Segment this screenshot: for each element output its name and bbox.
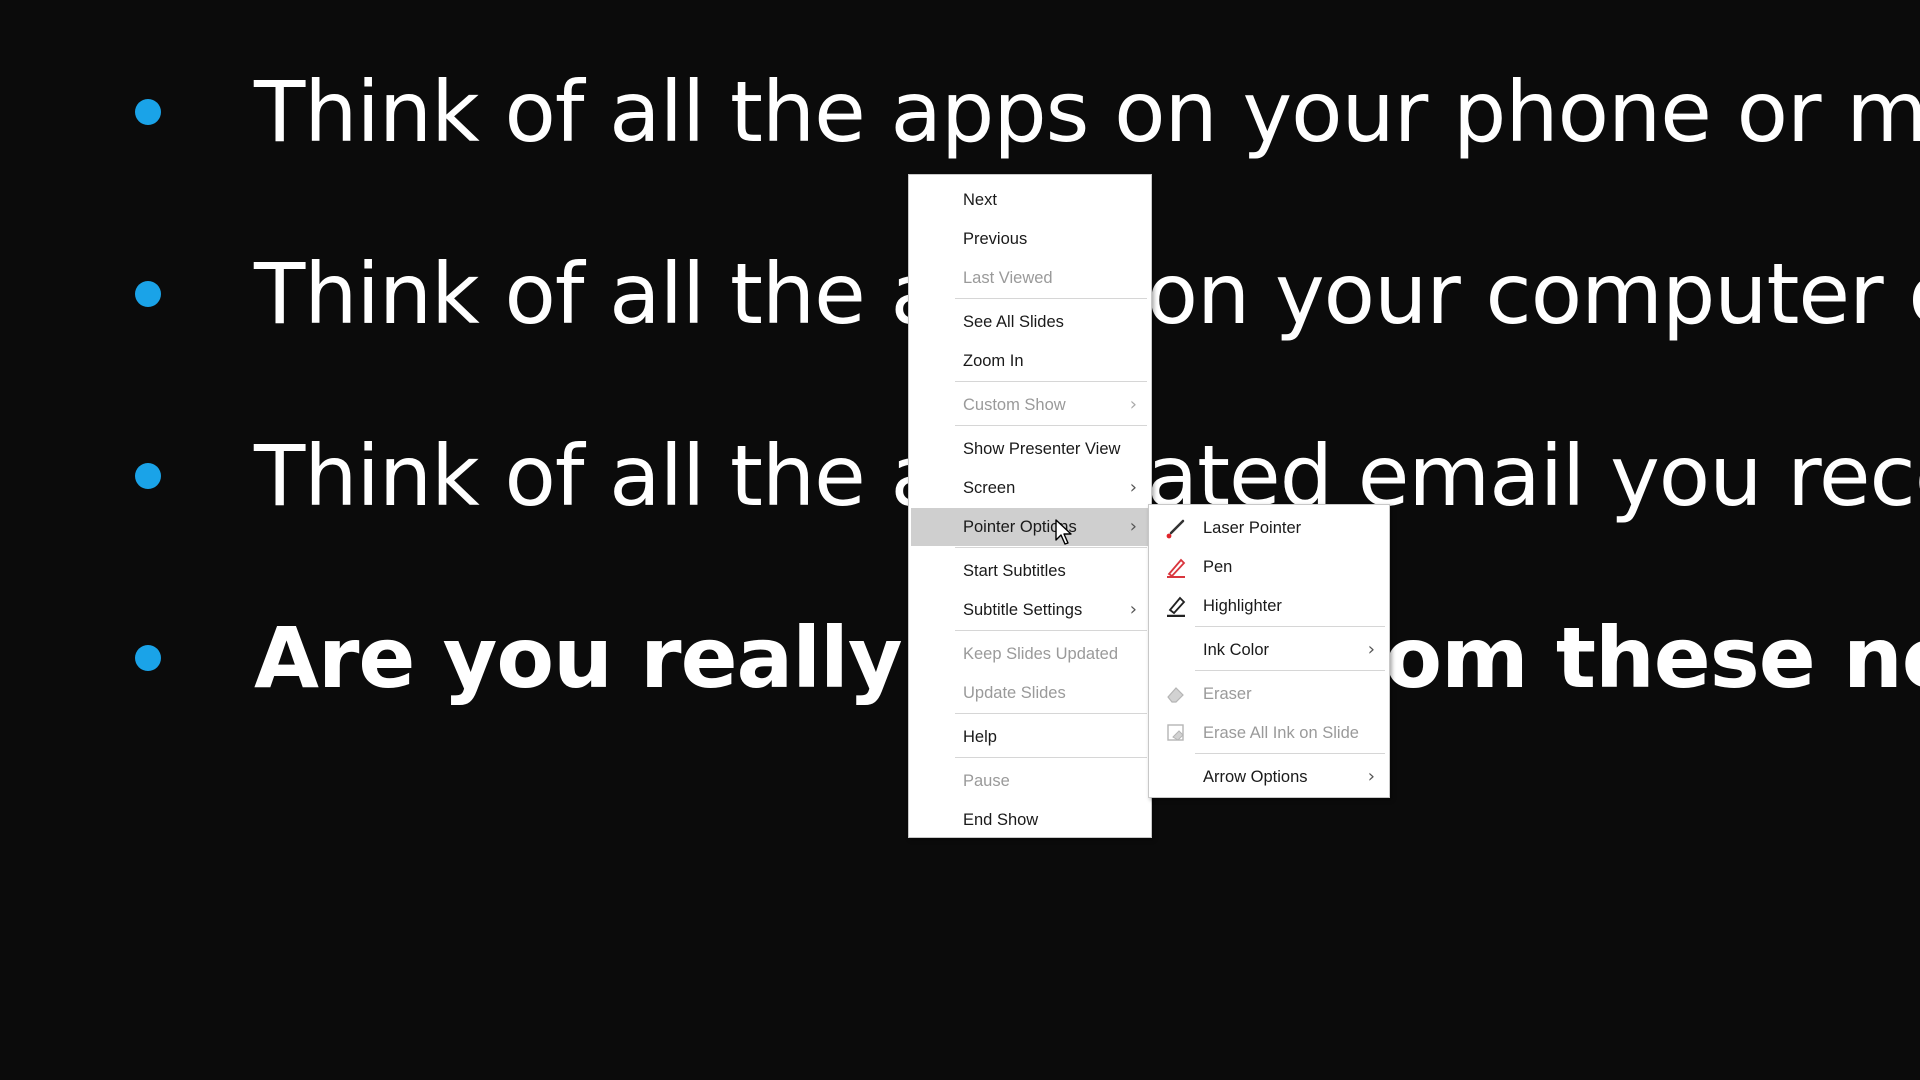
menu-item-last-viewed[interactable]: Last Viewed (911, 259, 1149, 297)
menu-item-highlighter[interactable]: Highlighter (1151, 587, 1387, 625)
menu-item-custom-show[interactable]: Custom Show › (911, 386, 1149, 424)
menu-item-erase-all-ink[interactable]: Erase All Ink on Slide (1151, 714, 1387, 752)
highlighter-icon (1167, 596, 1186, 617)
menu-separator (955, 381, 1147, 382)
menu-item-label: Show Presenter View (963, 440, 1121, 458)
menu-item-label: End Show (963, 811, 1039, 829)
mouse-cursor-icon (1055, 519, 1072, 545)
menu-item-label: Arrow Options (1203, 768, 1308, 786)
menu-item-see-all-slides[interactable]: See All Slides (911, 303, 1149, 341)
bullet-dot (135, 463, 161, 489)
menu-item-show-presenter-view[interactable]: Show Presenter View (911, 430, 1149, 468)
menu-separator (955, 630, 1147, 631)
pen-icon (1167, 558, 1186, 578)
menu-item-label: Laser Pointer (1203, 519, 1302, 537)
menu-item-label: Ink Color (1203, 641, 1270, 659)
menu-separator (955, 757, 1147, 758)
chevron-right-icon: › (1367, 639, 1375, 660)
menu-item-screen[interactable]: Screen › (911, 469, 1149, 507)
menu-item-label: Eraser (1203, 685, 1252, 703)
menu-item-pen[interactable]: Pen (1151, 548, 1387, 586)
chevron-right-icon: › (1129, 394, 1137, 415)
menu-item-arrow-options[interactable]: Arrow Options › (1151, 758, 1387, 796)
menu-item-end-show[interactable]: End Show (911, 801, 1149, 839)
menu-item-label: Subtitle Settings (963, 601, 1083, 619)
menu-item-label: Help (963, 728, 997, 746)
menu-item-label: Update Slides (963, 684, 1066, 702)
menu-item-label: Last Viewed (963, 269, 1053, 287)
menu-item-ink-color[interactable]: Ink Color › (1151, 631, 1387, 669)
bullet-dot (135, 645, 161, 671)
menu-separator (955, 425, 1147, 426)
bullet-row-1: Think of all the apps on your phone or m… (0, 62, 1920, 162)
menu-item-label: Keep Slides Updated (963, 645, 1119, 663)
menu-item-pause[interactable]: Pause (911, 762, 1149, 800)
menu-separator (1195, 670, 1385, 671)
menu-item-label: Highlighter (1203, 597, 1282, 615)
menu-item-eraser[interactable]: Eraser (1151, 675, 1387, 713)
menu-separator (955, 713, 1147, 714)
slideshow-context-menu: Next Previous Last Viewed See All Slides… (908, 174, 1152, 838)
menu-item-subtitle-settings[interactable]: Subtitle Settings › (911, 591, 1149, 629)
menu-item-label: Pen (1203, 558, 1233, 576)
menu-item-label: Erase All Ink on Slide (1203, 724, 1359, 742)
bullet-dot (135, 99, 161, 125)
menu-separator (955, 547, 1147, 548)
chevron-right-icon: › (1367, 766, 1375, 787)
pointer-options-submenu: Laser Pointer Pen Highlighter Ink Color … (1148, 504, 1390, 798)
menu-separator (955, 298, 1147, 299)
menu-item-keep-slides-updated[interactable]: Keep Slides Updated (911, 635, 1149, 673)
menu-item-label: Pause (963, 772, 1010, 790)
bullet-text: Think of all the apps on your phone or m… (254, 63, 1920, 161)
menu-item-label: Screen (963, 479, 1016, 497)
menu-separator (1195, 626, 1385, 627)
menu-item-laser-pointer[interactable]: Laser Pointer (1151, 509, 1387, 547)
chevron-right-icon: › (1129, 477, 1137, 498)
menu-item-zoom-in[interactable]: Zoom In (911, 342, 1149, 380)
menu-item-next[interactable]: Next (911, 181, 1149, 219)
bullet-dot (135, 281, 161, 307)
menu-item-label: Previous (963, 230, 1028, 248)
chevron-right-icon: › (1129, 516, 1137, 537)
menu-item-label: Next (963, 191, 997, 209)
eraser-icon (1167, 687, 1184, 703)
menu-item-start-subtitles[interactable]: Start Subtitles (911, 552, 1149, 590)
menu-item-label: Custom Show (963, 396, 1066, 414)
menu-item-label: Zoom In (963, 352, 1024, 370)
menu-item-previous[interactable]: Previous (911, 220, 1149, 258)
menu-item-pointer-options[interactable]: Pointer Options › (911, 508, 1149, 546)
laser-pointer-icon (1166, 519, 1185, 539)
chevron-right-icon: › (1129, 599, 1137, 620)
menu-item-label: Start Subtitles (963, 562, 1066, 580)
erase-all-ink-icon (1167, 724, 1184, 741)
menu-item-help[interactable]: Help (911, 718, 1149, 756)
menu-item-update-slides[interactable]: Update Slides (911, 674, 1149, 712)
menu-separator (1195, 753, 1385, 754)
menu-item-label: See All Slides (963, 313, 1064, 331)
